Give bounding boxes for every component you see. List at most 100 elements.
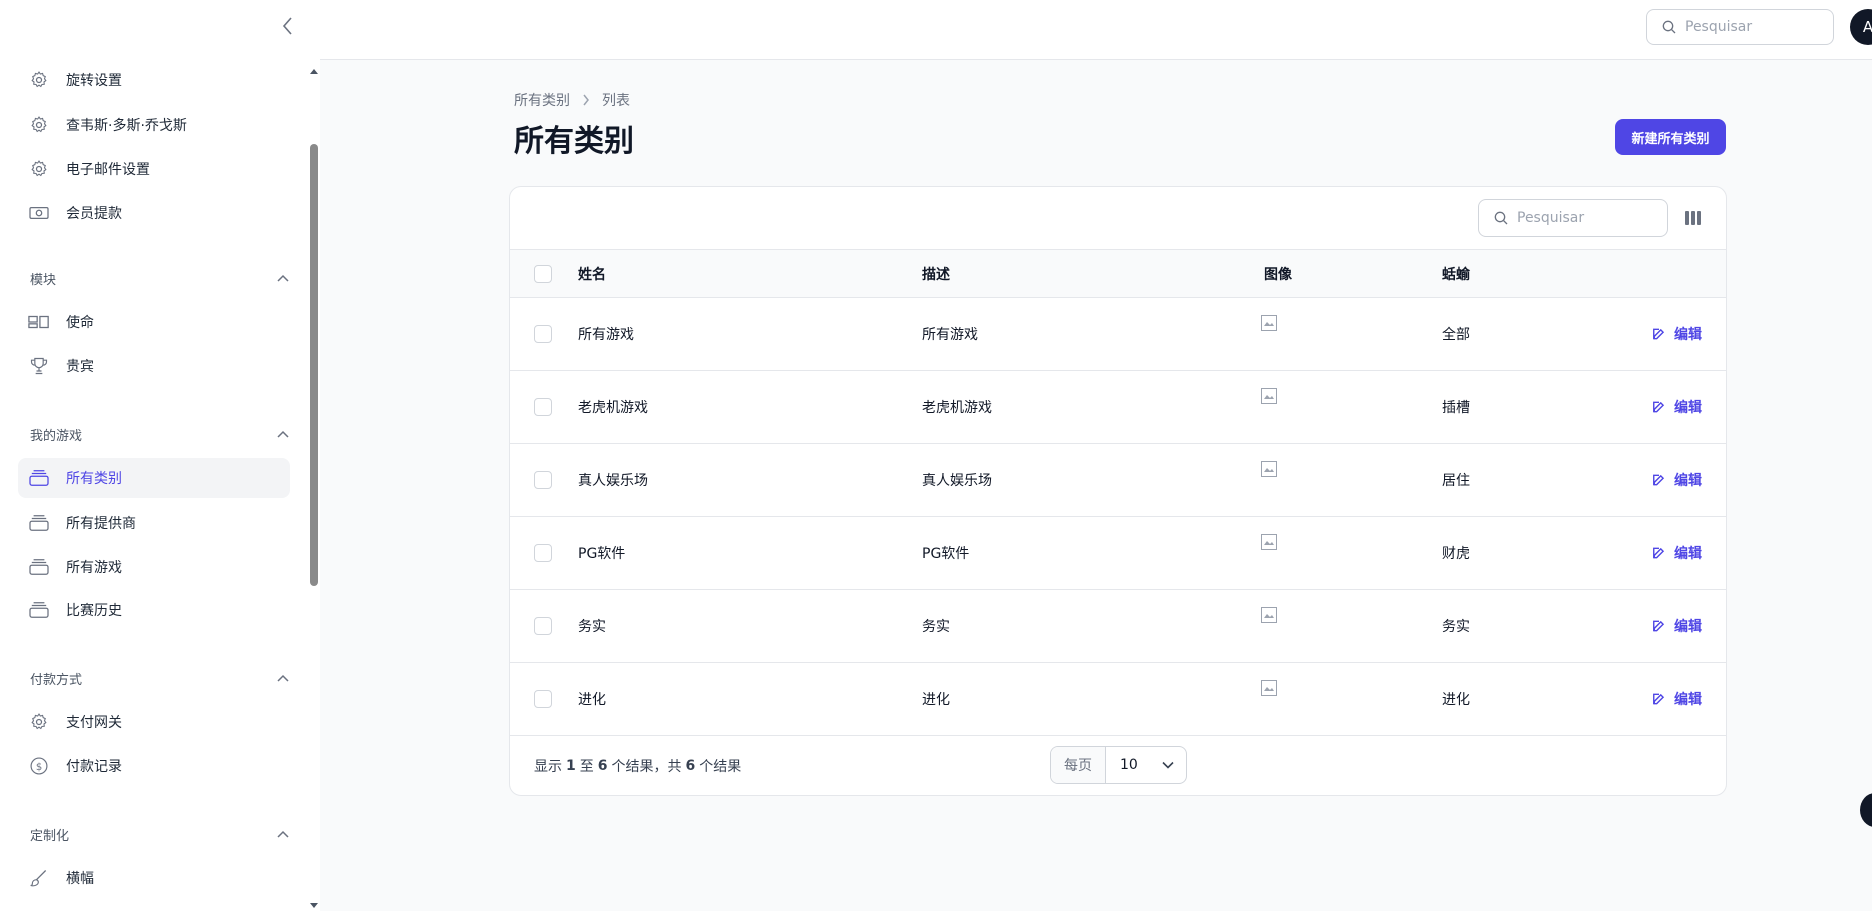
sidebar-item-label: 查韦斯·多斯·乔戈斯 [66,118,187,134]
sidebar-item-label: 横幅 [66,871,94,887]
column-header-image: 图像 [1264,266,1292,283]
row-slug: 务实 [1442,619,1470,635]
row-description: 务实 [922,619,950,635]
stack-icon [28,599,50,621]
broken-image-icon [1261,607,1277,623]
edit-label: 编辑 [1674,473,1702,489]
svg-text:$: $ [36,762,42,773]
scroll-down-arrow-icon[interactable] [310,903,318,909]
table-footer: 显示 1 至 6 个结果，共 6 个结果 每页 10 [510,735,1726,795]
gear-icon [28,711,50,733]
row-checkbox[interactable] [534,325,552,343]
broken-image-icon [1261,534,1277,550]
sidebar-group-my-games[interactable]: 我的游戏 [30,422,290,446]
row-slug: 进化 [1442,692,1470,708]
sidebar-group-label: 定制化 [30,828,70,844]
sidebar-item-match-history[interactable]: 比赛历史 [18,590,290,630]
search-icon [1494,211,1508,225]
sidebar-group-modules[interactable]: 模块 [30,266,290,290]
chevron-down-icon [1162,761,1174,769]
edit-button[interactable]: 编辑 [1652,371,1702,443]
sidebar-item-payment-gateway[interactable]: 支付网关 [18,702,290,742]
chevron-up-icon [277,674,289,682]
sidebar-item-member-withdrawal[interactable]: 会员提款 [18,193,290,233]
sidebar-item-label: 所有提供商 [66,516,136,532]
row-checkbox[interactable] [534,471,552,489]
sidebar-group-label: 付款方式 [30,672,83,688]
summary-prefix: 显示 [534,759,562,775]
edit-button[interactable]: 编辑 [1652,298,1702,370]
gear-icon [28,114,50,136]
row-name: 真人娱乐场 [578,473,648,489]
sidebar-item-all-providers[interactable]: 所有提供商 [18,503,290,543]
sidebar-item-label: 旋转设置 [66,73,122,89]
row-checkbox[interactable] [534,617,552,635]
sidebar-item-mission[interactable]: 使命 [18,302,290,342]
breadcrumb: 所有类别 列表 [514,90,630,110]
sidebar-item-vip[interactable]: 贵宾 [18,346,290,386]
edit-label: 编辑 [1674,327,1702,343]
table-row: PG软件 PG软件 财虎 编辑 [510,517,1726,590]
broken-image-icon [1261,388,1277,404]
edit-button[interactable]: 编辑 [1652,444,1702,516]
row-name: 进化 [578,692,606,708]
sidebar-item-chavez[interactable]: 查韦斯·多斯·乔戈斯 [18,105,290,145]
sidebar-item-banner[interactable]: 横幅 [18,858,290,898]
row-name: 所有游戏 [578,327,634,343]
search-placeholder: Pesquisar [1685,19,1753,35]
edit-label: 编辑 [1674,546,1702,562]
pagination-summary: 显示 1 至 6 个结果，共 6 个结果 [534,735,741,795]
sidebar-item-label: 所有游戏 [66,560,122,576]
sidebar-item-label: 会员提款 [66,206,122,222]
edit-button[interactable]: 编辑 [1652,663,1702,735]
search-icon [1662,20,1676,34]
edit-icon [1652,327,1666,341]
row-checkbox[interactable] [534,398,552,416]
brush-icon [28,867,50,889]
floating-action-button[interactable] [1860,793,1872,827]
column-header-slug[interactable]: 蛞蝓 [1442,250,1470,297]
edit-button[interactable]: 编辑 [1652,517,1702,589]
sidebar-group-customization[interactable]: 定制化 [30,822,290,846]
edit-button[interactable]: 编辑 [1652,590,1702,662]
sidebar-item-all-games[interactable]: 所有游戏 [18,547,290,587]
chevron-up-icon [277,274,289,282]
per-page-dropdown[interactable]: 10 [1106,747,1186,783]
column-header-name[interactable]: 姓名 [578,250,606,297]
row-checkbox[interactable] [534,690,552,708]
table-search-input[interactable]: Pesquisar [1478,199,1668,237]
sidebar-scrollbar-thumb[interactable] [310,144,318,586]
dollar-icon: $ [28,755,50,777]
sidebar-item-email-settings[interactable]: 电子邮件设置 [18,149,290,189]
gear-icon [28,158,50,180]
global-search-input[interactable]: Pesquisar [1646,9,1834,45]
column-header-description[interactable]: 描述 [922,250,950,297]
sidebar-collapse-button[interactable] [276,14,300,38]
toggle-columns-button[interactable] [1680,205,1706,231]
table-row: 真人娱乐场 真人娱乐场 居住 编辑 [510,444,1726,517]
stack-icon [28,467,50,489]
search-placeholder: Pesquisar [1517,210,1585,226]
edit-icon [1652,692,1666,706]
edit-icon [1652,619,1666,633]
sidebar-group-payment-methods[interactable]: 付款方式 [30,666,290,690]
sidebar: 旋转设置 查韦斯·多斯·乔戈斯 电子邮件设置 会员提款 模块 使命 贵宾 我的游… [0,0,320,911]
breadcrumb-item-categories[interactable]: 所有类别 [514,90,570,110]
select-all-checkbox[interactable] [534,264,552,283]
edit-label: 编辑 [1674,619,1702,635]
per-page-select[interactable]: 每页 10 [1050,746,1187,784]
sidebar-item-all-categories[interactable]: 所有类别 [18,458,290,498]
new-category-button[interactable]: 新建所有类别 [1615,119,1726,155]
sidebar-item-label: 电子邮件设置 [66,162,150,178]
row-description: 老虎机游戏 [922,400,992,416]
row-checkbox[interactable] [534,544,552,562]
chevron-left-icon [282,17,292,35]
sidebar-item-spin-settings[interactable]: 旋转设置 [18,60,290,100]
scroll-up-arrow-icon[interactable] [310,68,318,74]
banknote-icon [28,202,50,224]
row-description: 真人娱乐场 [922,473,992,489]
sidebar-item-payment-records[interactable]: $ 付款记录 [18,746,290,786]
page-title: 所有类别 [514,124,634,159]
row-name: 老虎机游戏 [578,400,648,416]
sidebar-nav: 旋转设置 查韦斯·多斯·乔戈斯 电子邮件设置 会员提款 模块 使命 贵宾 我的游… [0,58,306,911]
